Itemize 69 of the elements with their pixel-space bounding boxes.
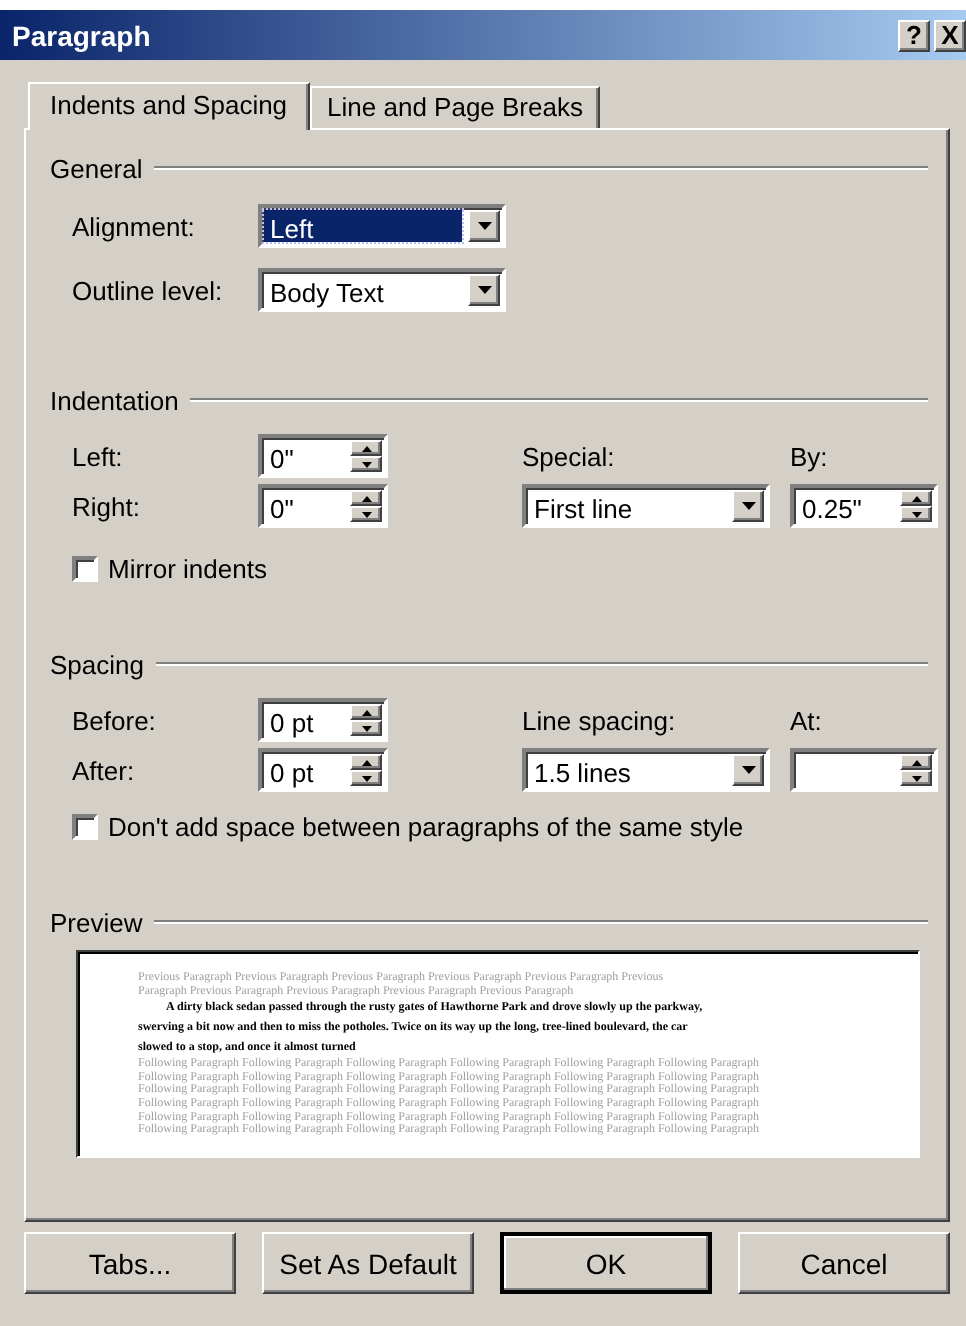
spin-up-button[interactable]: [350, 440, 382, 456]
dropdown-button[interactable]: [732, 490, 764, 522]
caret-icon: [477, 222, 491, 230]
spin-up-button[interactable]: [350, 754, 382, 770]
field-label: Right:: [72, 491, 142, 521]
field-label: Outline level:: [72, 275, 225, 305]
close-button[interactable]: X: [934, 19, 966, 51]
tab[interactable]: Line and Page Breaks: [309, 86, 601, 128]
spin-box[interactable]: 0 pt: [258, 698, 388, 742]
field-label: Special:: [522, 441, 617, 471]
up-arrow-icon: [361, 445, 371, 451]
field-label: Line spacing:: [522, 705, 678, 735]
section-heading: Spacing: [50, 649, 144, 679]
window-title: Paragraph: [12, 19, 153, 51]
field-label: Left:: [72, 441, 125, 471]
spin-up-button[interactable]: [350, 704, 382, 720]
spin-up-button[interactable]: [900, 754, 932, 770]
spin-down-button[interactable]: [350, 456, 382, 472]
field-label: By:: [790, 441, 830, 471]
dialog-button[interactable]: Tabs...: [24, 1232, 236, 1294]
field-label: Alignment:: [72, 211, 197, 241]
dropdown[interactable]: Left: [258, 204, 506, 248]
up-arrow-icon: [361, 709, 371, 715]
dropdown-button[interactable]: [468, 210, 500, 242]
down-arrow-icon: [361, 461, 371, 467]
up-arrow-icon: [361, 759, 371, 765]
dialog-button[interactable]: OK: [500, 1232, 712, 1294]
spin-box[interactable]: 0": [258, 484, 388, 528]
dialog-button[interactable]: Cancel: [738, 1232, 950, 1294]
up-arrow-icon: [911, 759, 921, 765]
dropdown-button[interactable]: [732, 754, 764, 786]
field-label: Before:: [72, 705, 158, 735]
caret-icon: [741, 766, 755, 774]
dialog-button[interactable]: Set As Default: [262, 1232, 474, 1294]
up-arrow-icon: [911, 495, 921, 501]
spin-box[interactable]: 0 pt: [258, 748, 388, 792]
dropdown[interactable]: Body Text: [258, 268, 506, 312]
down-arrow-icon: [361, 775, 371, 781]
spin-down-button[interactable]: [350, 506, 382, 522]
down-arrow-icon: [911, 775, 921, 781]
spin-up-button[interactable]: [900, 490, 932, 506]
tab[interactable]: Indents and Spacing: [28, 82, 310, 130]
down-arrow-icon: [361, 725, 371, 731]
spin-box[interactable]: 0": [258, 434, 388, 478]
spin-up-button[interactable]: [350, 490, 382, 506]
section-heading: Indentation: [50, 385, 179, 415]
section-heading: General: [50, 153, 143, 183]
field-label: At:: [790, 705, 824, 735]
checkbox-label[interactable]: Don't add space between paragraphs of the same style: [108, 812, 744, 842]
field-label: After:: [72, 755, 137, 785]
spin-box[interactable]: 0.25": [790, 484, 938, 528]
spin-down-button[interactable]: [900, 506, 932, 522]
down-arrow-icon: [361, 511, 371, 517]
checkbox[interactable]: [72, 556, 98, 582]
help-button[interactable]: ?: [898, 19, 930, 51]
spin-down-button[interactable]: [350, 770, 382, 786]
dropdown[interactable]: 1.5 lines: [522, 748, 770, 792]
section-heading: Preview: [50, 907, 143, 937]
checkbox-label[interactable]: Mirror indents: [108, 554, 267, 584]
checkbox[interactable]: [72, 814, 98, 840]
caret-icon: [477, 286, 491, 294]
up-arrow-icon: [361, 495, 371, 501]
spin-down-button[interactable]: [350, 720, 382, 736]
spin-down-button[interactable]: [900, 770, 932, 786]
spin-box[interactable]: [790, 748, 938, 792]
dropdown-button[interactable]: [468, 274, 500, 306]
caret-icon: [741, 502, 755, 510]
dropdown[interactable]: First line: [522, 484, 770, 528]
down-arrow-icon: [911, 511, 921, 517]
